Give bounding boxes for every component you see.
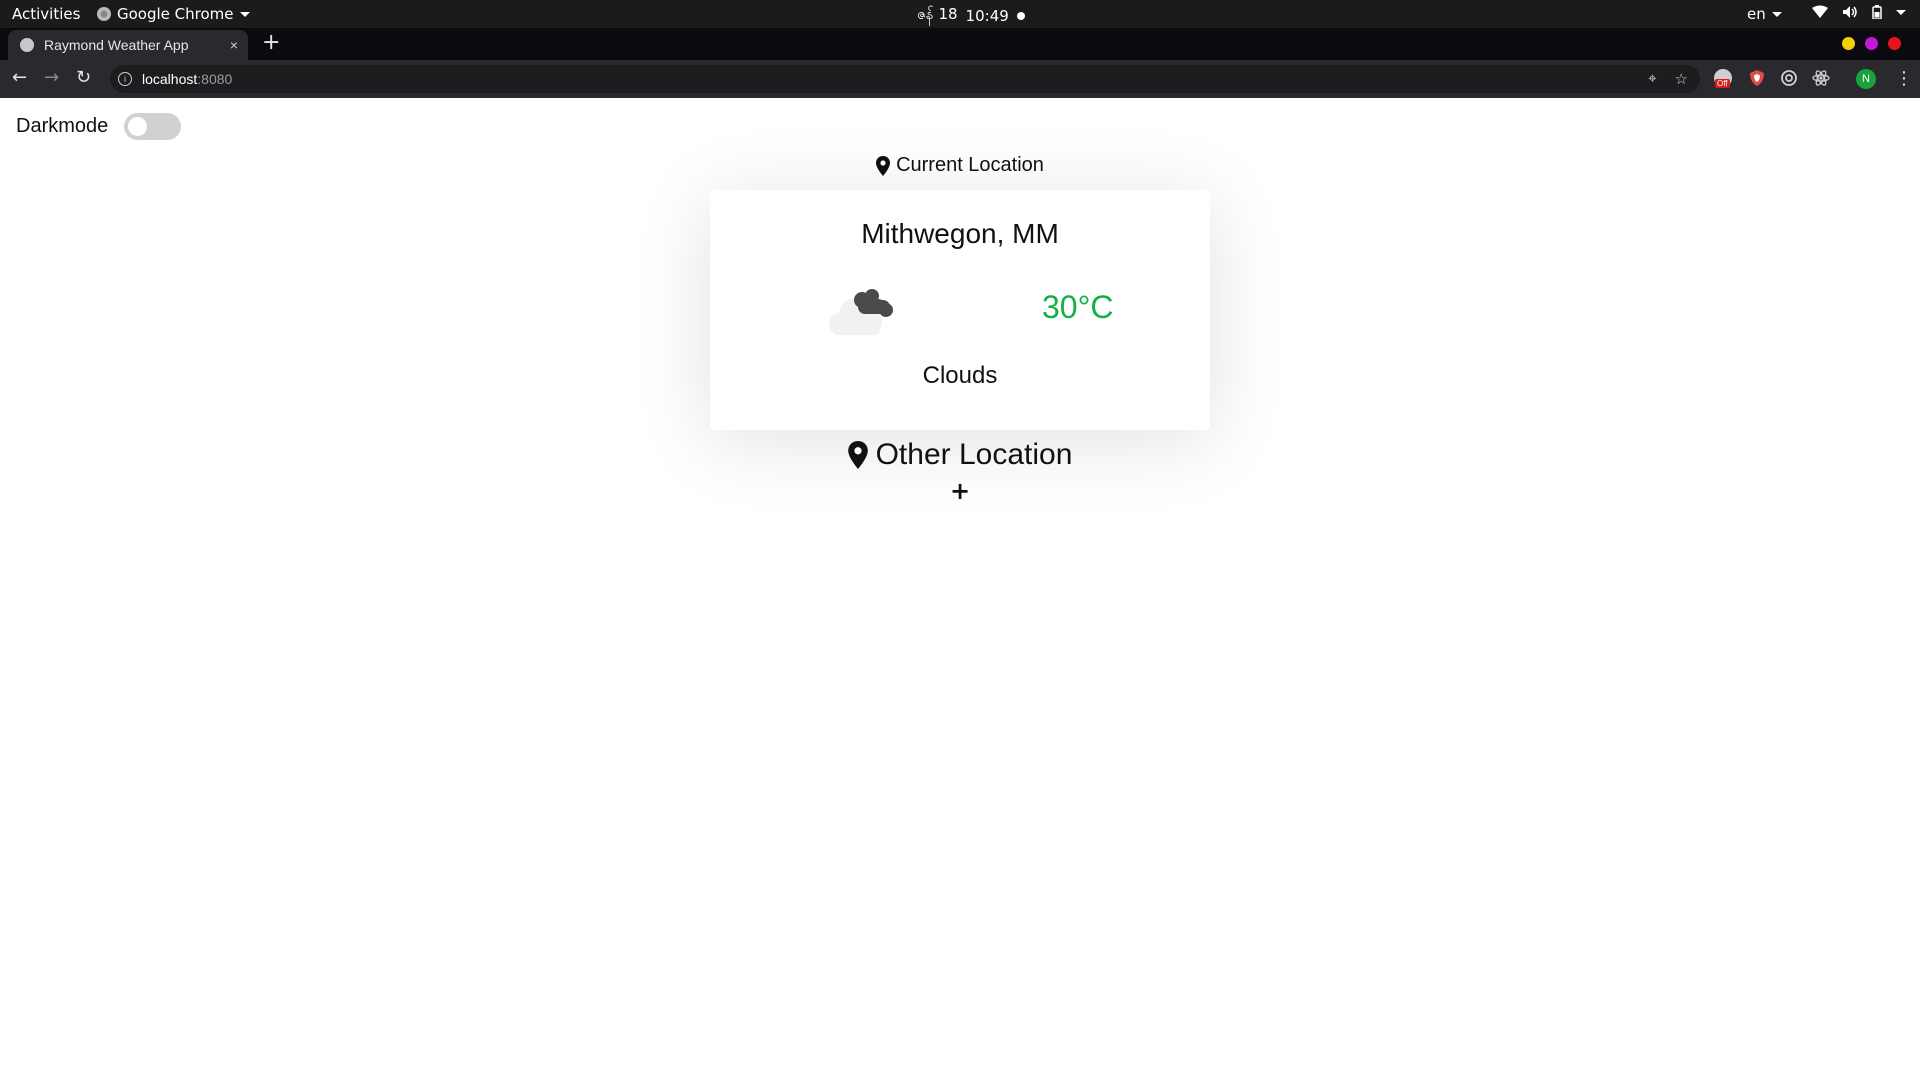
- close-icon[interactable]: ×: [230, 37, 238, 53]
- system-top-bar: Activities Google Chrome ဇန် 18 10:49 en: [0, 0, 1920, 28]
- url-host: localhost: [142, 71, 198, 87]
- current-location-heading: Current Location: [0, 154, 1920, 177]
- language-label: en: [1747, 5, 1766, 23]
- map-pin-icon: [847, 441, 868, 469]
- extension-off-icon[interactable]: Off: [1714, 69, 1732, 88]
- location-target-icon[interactable]: ⌖: [1648, 70, 1656, 88]
- clock[interactable]: ဇန် 18 10:49: [917, 5, 1025, 27]
- language-selector[interactable]: en: [1747, 5, 1782, 23]
- shield-icon[interactable]: [1748, 69, 1766, 87]
- city-name: Mithwegon, MM: [861, 218, 1059, 249]
- back-button[interactable]: ←: [12, 68, 27, 88]
- browser-tab-strip: Raymond Weather App × +: [0, 28, 1920, 60]
- globe-icon: [20, 38, 34, 52]
- more-menu-icon[interactable]: ⋮: [1895, 68, 1913, 89]
- weather-app-page: Darkmode Current Location Mithwegon, MM: [0, 98, 1920, 1080]
- address-bar[interactable]: i localhost :8080 ⌖ ☆: [110, 65, 1700, 93]
- maximize-button[interactable]: [1865, 37, 1878, 50]
- react-devtools-icon[interactable]: [1812, 69, 1830, 87]
- date-label: ဇန် 18: [917, 5, 958, 23]
- browser-tab[interactable]: Raymond Weather App ×: [8, 30, 248, 60]
- close-window-button[interactable]: [1888, 37, 1901, 50]
- system-tray[interactable]: [1812, 5, 1906, 19]
- forward-button[interactable]: →: [44, 68, 59, 88]
- reload-button[interactable]: ↻: [76, 68, 91, 88]
- profile-avatar[interactable]: N: [1856, 69, 1876, 89]
- battery-icon: [1872, 5, 1882, 19]
- url-port: :8080: [197, 71, 233, 87]
- extension-badge: Off: [1715, 79, 1730, 88]
- new-tab-button[interactable]: +: [262, 32, 280, 54]
- add-location-button[interactable]: +: [947, 477, 973, 505]
- current-location-label: Current Location: [896, 154, 1044, 176]
- volume-icon: [1843, 6, 1857, 18]
- chrome-icon: [97, 7, 111, 21]
- bookmark-star-icon[interactable]: ☆: [1675, 70, 1688, 88]
- tab-title: Raymond Weather App: [44, 37, 189, 53]
- chevron-down-icon: [1896, 9, 1906, 15]
- notification-dot-icon: [1016, 12, 1025, 20]
- toggle-knob: [128, 117, 148, 136]
- time-label: 10:49: [965, 7, 1009, 25]
- temperature-value: 30°C: [1042, 289, 1114, 325]
- darkmode-toggle[interactable]: [124, 113, 182, 140]
- window-controls: [1842, 37, 1901, 50]
- app-menu[interactable]: Google Chrome: [97, 5, 250, 23]
- wifi-icon: [1812, 5, 1828, 18]
- current-weather-card: Mithwegon, MM 30°C Clouds: [710, 190, 1210, 430]
- map-pin-icon: [876, 155, 891, 176]
- weather-condition: Clouds: [922, 362, 998, 389]
- other-location-heading: Other Location: [0, 438, 1920, 472]
- other-location-label: Other Location: [875, 438, 1073, 471]
- chevron-down-icon: [1771, 11, 1782, 17]
- info-icon[interactable]: i: [118, 72, 132, 86]
- broken-clouds-icon: [829, 289, 893, 335]
- minimize-button[interactable]: [1842, 37, 1855, 50]
- darkmode-label: Darkmode: [16, 115, 109, 137]
- chevron-down-icon: [239, 11, 250, 17]
- darkmode-control: Darkmode: [16, 113, 182, 140]
- browser-toolbar: ← → ↻ i localhost :8080 ⌖ ☆ Off N ⋮: [0, 60, 1920, 98]
- app-menu-label: Google Chrome: [117, 5, 234, 23]
- target-icon[interactable]: [1780, 69, 1798, 87]
- activities-button[interactable]: Activities: [12, 5, 80, 23]
